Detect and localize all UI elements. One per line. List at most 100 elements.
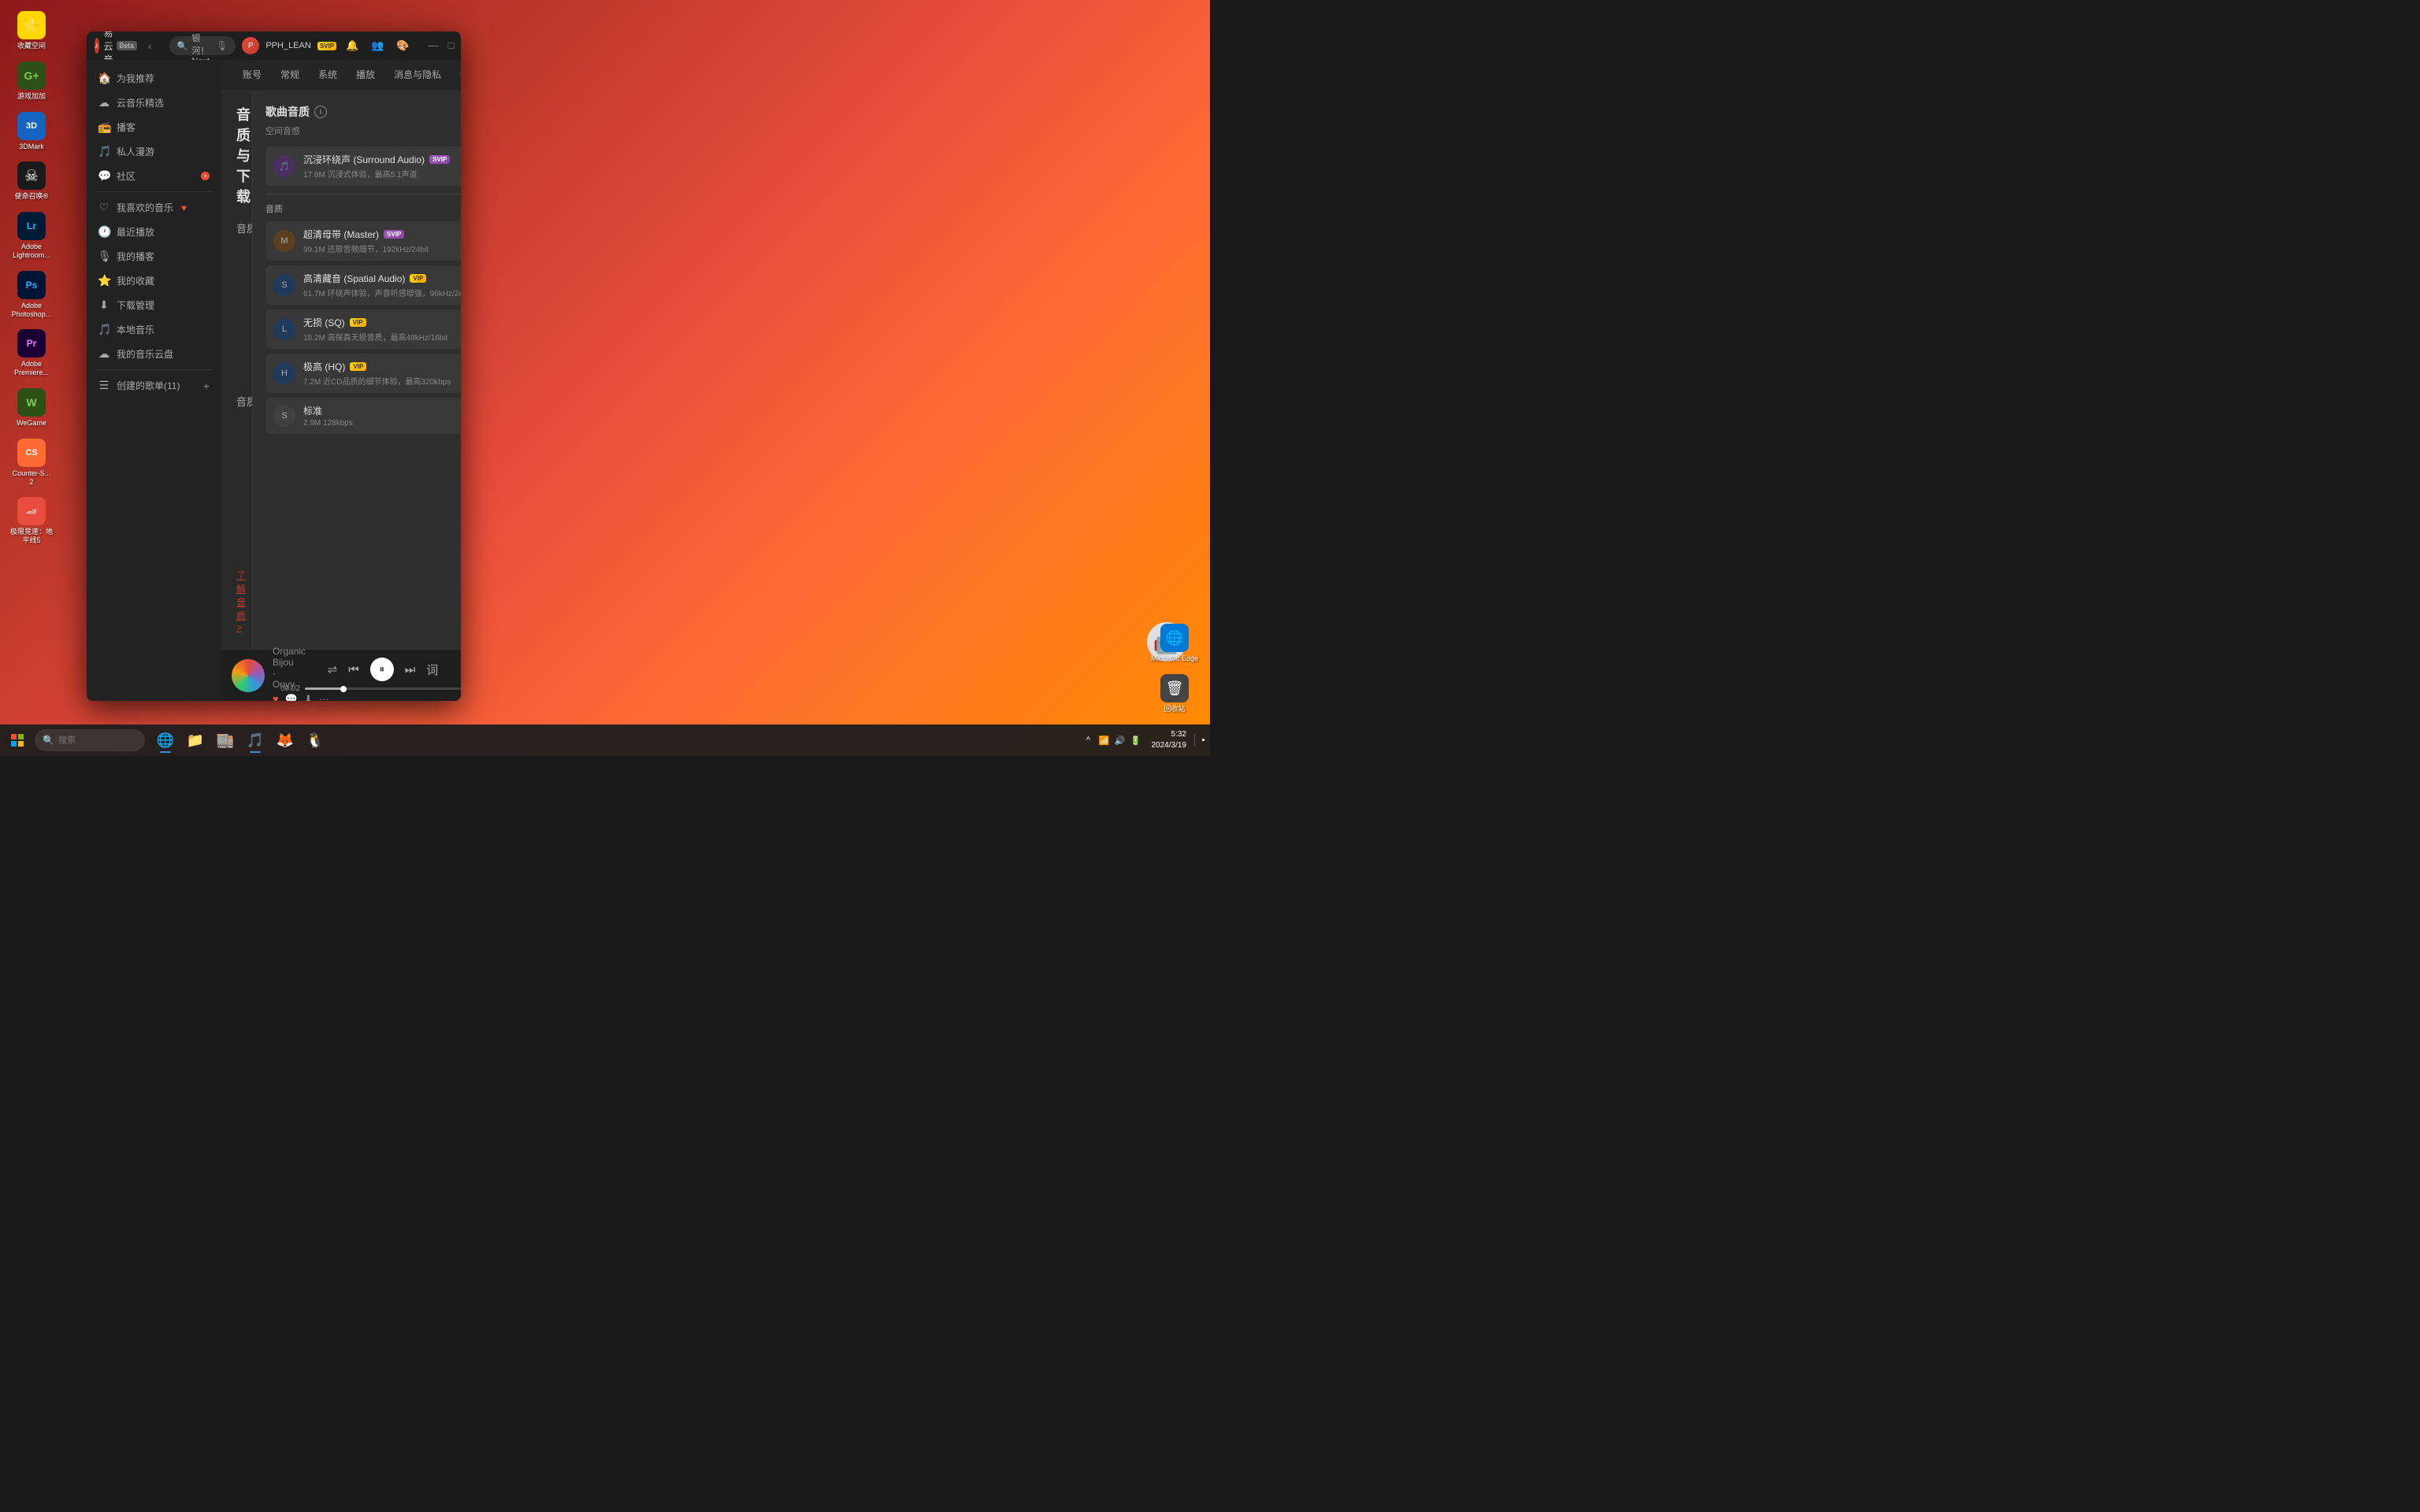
desktop-icon-premiere[interactable]: Pr Adobe Premiere... <box>4 326 59 380</box>
desktop-icon-counter[interactable]: CS Counter-S...2 <box>4 435 59 490</box>
desktop-icon-wegame-add[interactable]: G+ 游戏加加 <box>4 58 59 104</box>
taskbar-ms-store[interactable]: 🏬 <box>211 726 239 754</box>
sidebar-item-recent[interactable]: 🕐 最近播放 <box>87 220 221 244</box>
taskbar-qq[interactable]: 🐧 <box>301 726 329 754</box>
tab-playback[interactable]: 播放 <box>347 60 384 91</box>
info-icon[interactable]: i <box>314 106 327 118</box>
taskbar-netease[interactable]: 🎵 <box>241 726 269 754</box>
sidebar-item-playlist-section[interactable]: ☰ 创建的歌单(11) + <box>87 373 221 398</box>
quality-option-master[interactable]: M 超清母带 (Master) SVIP 99.1M 还原音频细节，192kHz… <box>265 221 461 261</box>
desktop-icon-cod[interactable]: ☠ 使命召唤® <box>4 158 59 204</box>
sidebar-cloud-label: 云音乐精选 <box>117 96 164 109</box>
desktop-icon-3dmark[interactable]: 3D 3DMark <box>4 109 59 154</box>
tray-battery[interactable]: 🔋 <box>1130 734 1142 747</box>
tab-system[interactable]: 系统 <box>309 60 347 91</box>
taskbar-edge[interactable]: 🌐 <box>151 726 180 754</box>
like-button[interactable]: ♥ <box>273 693 279 702</box>
album-art[interactable] <box>232 659 265 692</box>
quality-option-surround[interactable]: 🎵 沉浸环绕声 (Surround Audio) SVIP 17.8M 沉浸式体… <box>265 146 461 186</box>
shuffle-button[interactable]: ⇌ <box>328 662 338 676</box>
bell-icon[interactable]: 🔔 <box>343 38 362 54</box>
sidebar-item-clouddisk[interactable]: ☁ 我的音乐云盘 <box>87 342 221 366</box>
settings-left-panel: 音质与下载 音质播放设置 沉浸环绕声 SVIP <box>221 91 252 649</box>
desktop-icon-ms-edge[interactable]: 🌐 Microsoft Edge <box>1147 621 1202 666</box>
desktop-icons: ⭐ 收藏空间 G+ 游戏加加 3D 3DMark ☠ 使命召唤® Lr Adob… <box>4 8 59 548</box>
taskbar-apps: 🌐 📁 🏬 🎵 🦊 🐧 <box>151 726 1078 754</box>
comment-button[interactable]: 💬 <box>285 693 298 702</box>
sidebar-item-local[interactable]: 🎵 本地音乐 <box>87 317 221 342</box>
quality-option-hq[interactable]: H 极高 (HQ) VIP 7.2M 近CD品质的细节体验，最高320kbps <box>265 354 461 393</box>
prev-button[interactable]: ⏮ <box>348 663 359 676</box>
progress-bar[interactable] <box>305 687 461 690</box>
desktop-icon-lightroom[interactable]: Lr Adobe Lightroom... <box>4 209 59 263</box>
quality-option-spatial[interactable]: S 高清藏音 (Spatial Audio) VIP 61.7M 环绕声体验，声… <box>265 265 461 305</box>
sidebar-playlist-label: 创建的歌单(11) <box>117 379 180 392</box>
learn-quality-link[interactable]: 了解音质 > <box>236 569 246 633</box>
tab-messages[interactable]: 消息与隐私 <box>384 60 451 91</box>
sidebar-item-collection[interactable]: ⭐ 我的收藏 <box>87 269 221 293</box>
lossless-name: 无损 (SQ) VIP <box>303 316 461 329</box>
vip-tag-lossless: VIP <box>350 318 366 327</box>
tray-volume[interactable]: 🔊 <box>1114 734 1126 747</box>
desktop-icon-collections[interactable]: ⭐ 收藏空间 <box>4 8 59 54</box>
title-bar: ♪ 网易云音乐 Beta ‹ 🔍 下一站，银河！ Next Stop, the … <box>87 32 461 60</box>
sidebar-item-community[interactable]: 💬 社区 • <box>87 164 221 188</box>
sidebar-favorites-label: 我喜欢的音乐 <box>117 201 173 214</box>
sidebar-private-label: 私人漫游 <box>117 145 154 158</box>
tab-account[interactable]: 账号 <box>233 60 271 91</box>
taskbar-clock[interactable]: 5:32 2024/3/19 <box>1147 729 1192 751</box>
download-quality-label: 音质下载设置 <box>236 392 252 550</box>
more-button[interactable]: ··· <box>319 693 329 702</box>
maximize-button[interactable]: □ <box>445 38 458 54</box>
svip-tag-surround: SVIP <box>429 155 450 164</box>
taskbar-search-input[interactable] <box>58 736 137 745</box>
playlist-add-btn[interactable]: + <box>203 380 210 392</box>
spatial-desc: 61.7M 环绕声体验，声音听感增强，96kHz/24bit <box>303 287 461 298</box>
sidebar-podcast-label: 播客 <box>117 120 135 134</box>
play-pause-button[interactable]: ⏸ <box>370 658 394 681</box>
nav-controls: ‹ <box>145 38 155 54</box>
sidebar-item-favorites[interactable]: ♡ 我喜欢的音乐 ♥ <box>87 195 221 220</box>
taskbar-browser-2[interactable]: 🦊 <box>271 726 299 754</box>
standard-info: 标准 2.9M 128kbps <box>303 404 461 428</box>
edge-taskbar-icon: 🌐 <box>157 732 174 749</box>
start-button[interactable] <box>3 726 32 754</box>
sidebar-item-podcast[interactable]: 📻 播客 <box>87 115 221 139</box>
close-button[interactable]: ✕ <box>460 38 461 54</box>
sidebar-item-private[interactable]: 🎵 私人漫游 <box>87 139 221 164</box>
desktop-icon-forza[interactable]: 🏎 极限竞速：地平线5 <box>4 494 59 548</box>
quality-option-standard[interactable]: S 标准 2.9M 128kbps <box>265 398 461 434</box>
friends-icon[interactable]: 👥 <box>368 38 387 54</box>
spatial-name: 高清藏音 (Spatial Audio) VIP <box>303 272 461 285</box>
next-button[interactable]: ⏭ <box>405 663 416 676</box>
sidebar-item-recommend[interactable]: 🏠 为我推荐 <box>87 66 221 91</box>
player-controls: ⇌ ⏮ ⏸ ⏭ 词 00:02 03:07 <box>280 658 461 693</box>
sidebar-item-my-podcast[interactable]: 🎙 我的播客 <box>87 244 221 269</box>
nav-back[interactable]: ‹ <box>145 38 155 54</box>
sidebar: 🏠 为我推荐 ☁ 云音乐精选 📻 播客 🎵 私人漫游 💬 社区 <box>87 60 221 701</box>
tab-general[interactable]: 常规 <box>271 60 309 91</box>
settings-content: 音质与下载 音质播放设置 沉浸环绕声 SVIP <box>221 91 461 649</box>
download-track-button[interactable]: ⬇ <box>304 693 313 702</box>
desktop-icon-recycle[interactable]: 🗑 回收站 <box>1147 671 1202 717</box>
sidebar-item-cloud[interactable]: ☁ 云音乐精选 <box>87 91 221 115</box>
sidebar-divider-1 <box>95 191 213 192</box>
tray-chevron[interactable]: ^ <box>1082 734 1095 747</box>
lyrics-button[interactable]: 词 <box>426 662 438 678</box>
show-desktop-btn[interactable]: ▪ <box>1194 734 1207 747</box>
tab-shortcuts[interactable]: 快捷键 <box>451 60 461 91</box>
tray-network[interactable]: 📶 <box>1098 734 1111 747</box>
taskbar-file-explorer[interactable]: 📁 <box>181 726 210 754</box>
desktop-icon-photoshop[interactable]: Ps Adobe Photoshop... <box>4 268 59 322</box>
taskbar-search[interactable]: 🔍 <box>35 729 145 751</box>
sidebar-recent-label: 最近播放 <box>117 225 154 239</box>
desktop-icon-wegame[interactable]: W WeGame <box>4 385 59 431</box>
search-bar[interactable]: 🔍 下一站，银河！ Next Stop, the S 🎙 <box>169 36 236 55</box>
master-info: 超清母带 (Master) SVIP 99.1M 还原音频细节，192kHz/2… <box>303 228 461 254</box>
minimize-button[interactable]: — <box>425 38 442 54</box>
skin-icon[interactable]: 🎨 <box>393 38 412 54</box>
user-avatar[interactable]: P <box>242 37 259 54</box>
voice-search-icon[interactable]: 🎙 <box>216 40 228 51</box>
quality-option-lossless[interactable]: L 无损 (SQ) VIP 18.2M 高保真无损音质，最高48kHz/16bi… <box>265 309 461 349</box>
sidebar-item-downloads[interactable]: ⬇ 下载管理 <box>87 293 221 317</box>
